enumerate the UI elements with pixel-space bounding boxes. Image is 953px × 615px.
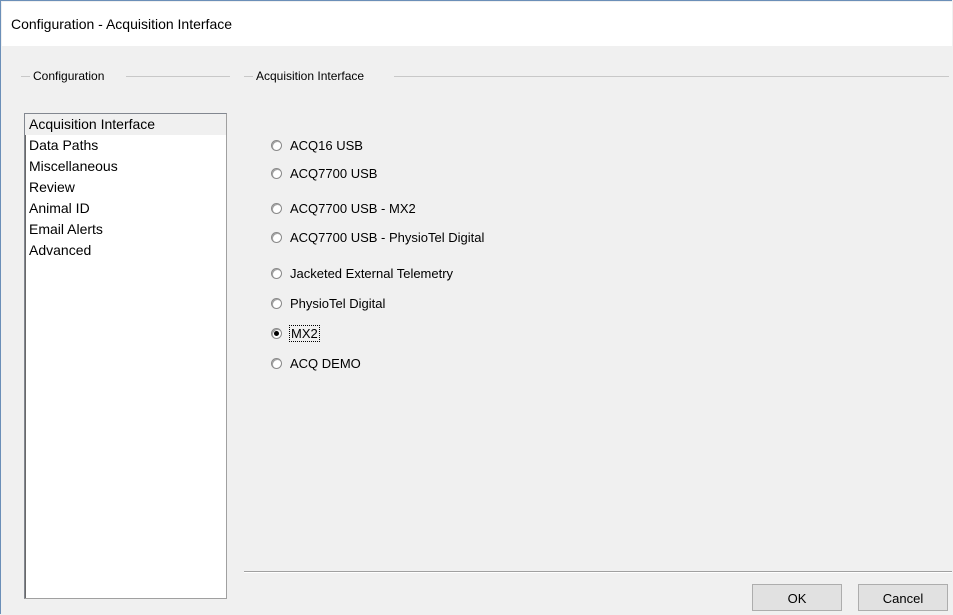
radio-acq7700-usb-mx2[interactable]: ACQ7700 USB - MX2 (271, 198, 416, 218)
bottom-separator (244, 571, 952, 573)
list-item-animal-id[interactable]: Animal ID (25, 198, 226, 219)
title-bar[interactable]: Configuration - Acquisition Interface (2, 2, 952, 46)
radio-label: ACQ DEMO (290, 355, 361, 371)
radio-button[interactable] (271, 297, 282, 309)
radio-acq16-usb[interactable]: ACQ16 USB (271, 135, 363, 155)
radio-button[interactable] (271, 167, 282, 179)
radio-button[interactable] (271, 202, 282, 214)
acquisition-group-label: Acquisition Interface (253, 69, 368, 83)
radio-button-checked[interactable] (271, 327, 282, 339)
configuration-list[interactable]: Acquisition Interface Data Paths Miscell… (24, 113, 227, 599)
radio-physiotel-digital[interactable]: PhysioTel Digital (271, 293, 385, 313)
configuration-group-line-right (126, 76, 230, 77)
radio-button[interactable] (271, 139, 282, 151)
configuration-dialog: Configuration - Acquisition Interface Co… (0, 0, 952, 614)
radio-acq-demo[interactable]: ACQ DEMO (271, 353, 361, 373)
radio-label: ACQ7700 USB - MX2 (290, 200, 416, 216)
list-item-miscellaneous[interactable]: Miscellaneous (25, 156, 226, 177)
radio-mx2[interactable]: MX2 (271, 323, 320, 343)
radio-acq7700-usb[interactable]: ACQ7700 USB (271, 163, 377, 183)
list-item-email-alerts[interactable]: Email Alerts (25, 219, 226, 240)
list-item-acquisition-interface[interactable]: Acquisition Interface (25, 114, 226, 135)
list-item-data-paths[interactable]: Data Paths (25, 135, 226, 156)
radio-label: PhysioTel Digital (290, 295, 386, 311)
acquisition-group-line-right (394, 76, 949, 77)
radio-jacketed-external-telemetry[interactable]: Jacketed External Telemetry (271, 263, 453, 283)
cancel-button[interactable]: Cancel (858, 584, 948, 611)
radio-label: ACQ16 USB (290, 137, 363, 153)
radio-label: MX2 (289, 324, 320, 342)
list-item-advanced[interactable]: Advanced (25, 240, 226, 261)
window-title: Configuration - Acquisition Interface (11, 16, 233, 32)
radio-label: Jacketed External Telemetry (290, 265, 454, 281)
list-item-review[interactable]: Review (25, 177, 226, 198)
radio-label: ACQ7700 USB - PhysioTel Digital (290, 229, 485, 245)
radio-label: ACQ7700 USB (290, 165, 378, 181)
ok-button[interactable]: OK (752, 584, 842, 611)
configuration-group-label: Configuration (30, 69, 108, 83)
radio-button[interactable] (271, 231, 282, 243)
radio-button[interactable] (271, 267, 282, 279)
radio-button[interactable] (271, 357, 282, 369)
radio-acq7700-usb-physiotel-digital[interactable]: ACQ7700 USB - PhysioTel Digital (271, 227, 484, 247)
